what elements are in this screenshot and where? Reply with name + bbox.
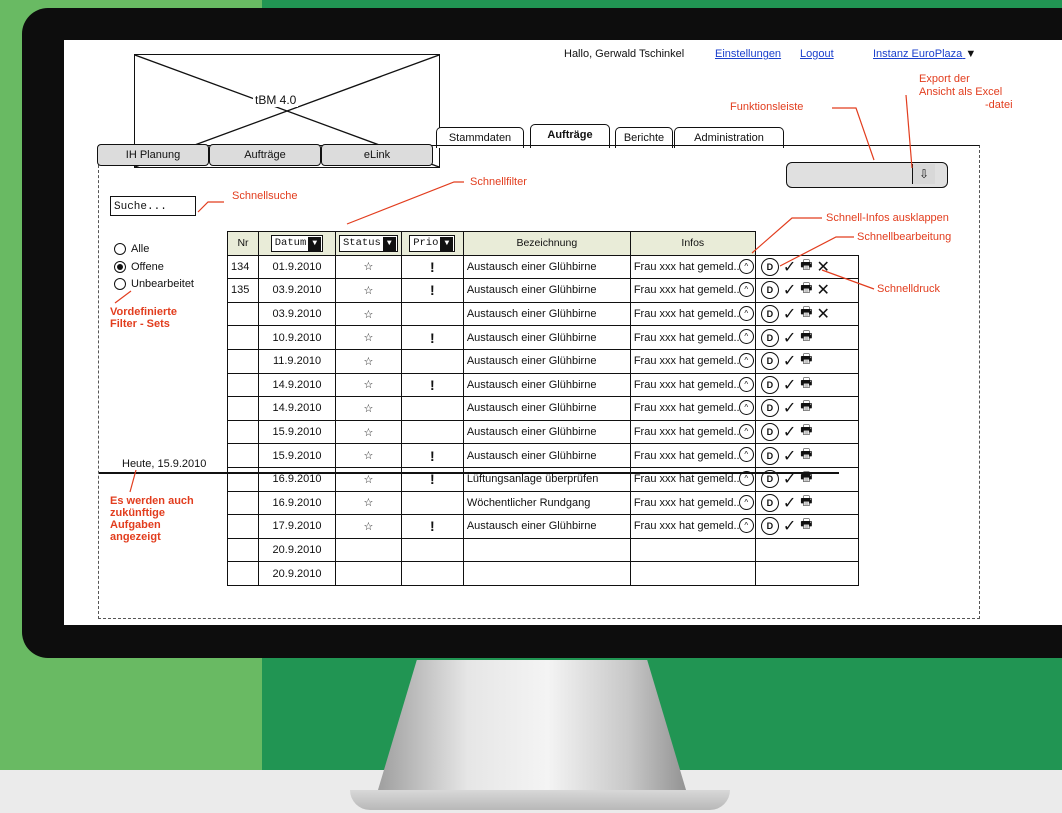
annotation-filter-sets-line1: Vordefinierte — [110, 306, 178, 318]
annotation-schnelldruck: Schnelldruck — [877, 283, 940, 295]
annotation-export-2: Ansicht als Excel — [919, 86, 1003, 98]
annotation-funktionsleiste: Funktionsleiste — [730, 101, 804, 113]
monitor-stand — [372, 660, 692, 810]
annotation-export-3: -datei — [985, 99, 1013, 111]
annotation-schnell-infos: Schnell-Infos ausklappen — [826, 212, 949, 224]
annotation-schnellsuche: Schnellsuche — [232, 190, 298, 202]
annotation-schnellbearbeitung: Schnellbearbeitung — [857, 231, 952, 243]
annotation-future-line3: Aufgaben — [110, 519, 161, 531]
annotation-export-1: Export der — [919, 73, 970, 85]
annotation-future-line4: angezeigt — [110, 531, 161, 543]
annotation-filter-sets-line2: Filter - Sets — [110, 318, 170, 330]
annotation-future-tasks: Es werden auch zukünftige Aufgaben angez… — [110, 495, 194, 543]
annotation-future-line2: zukünftige — [110, 507, 165, 519]
mockup-screen: tBM 4.0 Hallo, Gerwald Tschinkel Einstel… — [64, 40, 1062, 625]
monitor-stand-foot — [350, 790, 730, 810]
annotation-schnellfilter: Schnellfilter — [470, 176, 527, 188]
annotation-lines — [114, 94, 913, 493]
annotation-filter-sets: Vordefinierte Filter - Sets — [110, 306, 177, 330]
annotation-future-line1: Es werden auch — [110, 495, 194, 507]
